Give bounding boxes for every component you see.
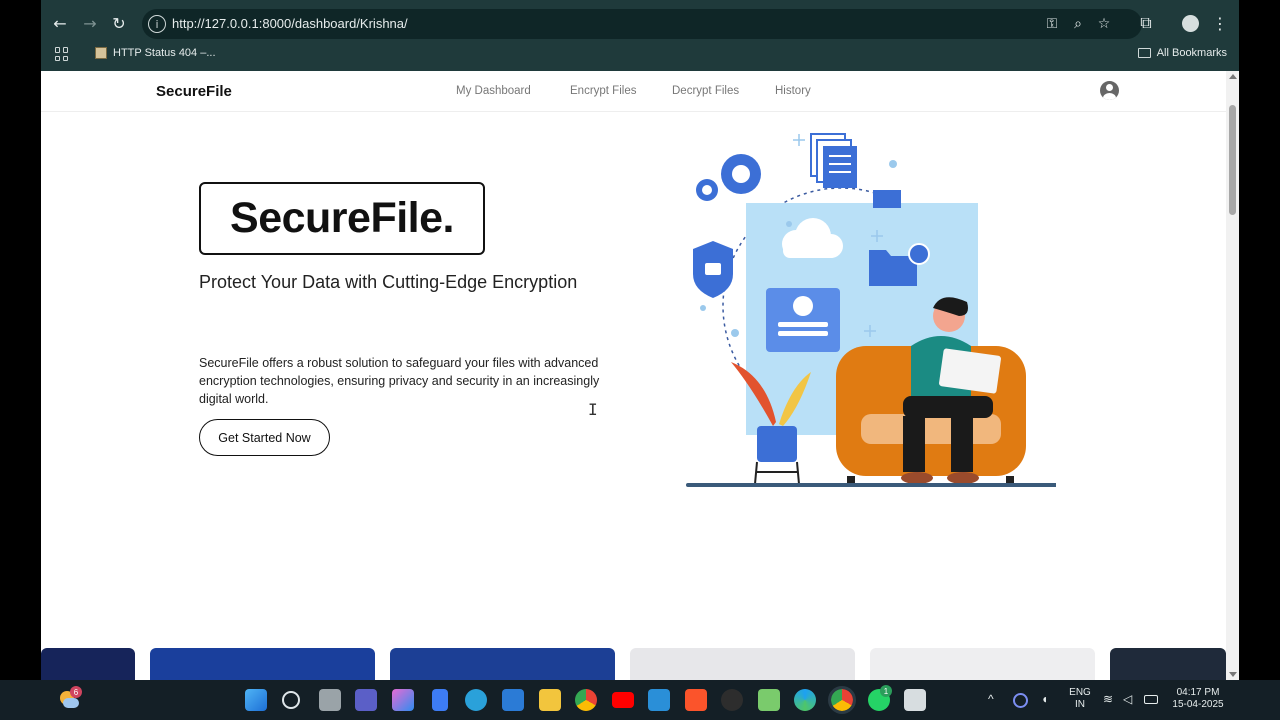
brave-icon[interactable] — [685, 689, 707, 711]
microphone-icon[interactable]: ◖ — [1041, 693, 1048, 705]
text-cursor-icon: I — [588, 400, 598, 419]
edge-icon[interactable] — [794, 689, 816, 711]
battery-icon[interactable] — [1144, 695, 1158, 704]
profile-avatar-icon[interactable] — [1177, 10, 1203, 36]
whatsapp-icon[interactable]: 1 — [868, 685, 892, 711]
volume-icon[interactable]: ◁ — [1123, 693, 1132, 705]
browser-menu-icon[interactable]: ⋮ — [1207, 10, 1233, 36]
start-menu-icon[interactable] — [245, 689, 267, 711]
apps-grid-icon[interactable] — [55, 47, 69, 61]
windows-taskbar: 6 1 ^ ◖ ENG IN ≋ ◁ 04:17 PM 15-04-2025 — [0, 680, 1280, 720]
all-bookmarks-button[interactable]: All Bookmarks — [1137, 47, 1227, 59]
nav-decrypt-files[interactable]: Decrypt Files — [672, 85, 739, 97]
vscode-icon[interactable] — [648, 689, 670, 711]
hero-illustration — [686, 133, 1056, 487]
region-label: IN — [1075, 699, 1085, 710]
snipping-tool-icon[interactable] — [904, 689, 926, 711]
feature-card-2[interactable] — [150, 648, 375, 680]
reload-button[interactable]: ↻ — [106, 10, 132, 36]
feature-card-1[interactable] — [41, 648, 135, 680]
browser-window: ← → ↻ i http://127.0.0.1:8000/dashboard/… — [41, 0, 1239, 680]
page-scrollbar[interactable] — [1226, 71, 1239, 680]
key-icon[interactable]: ⚿ — [1042, 14, 1062, 34]
hero-description: SecureFile offers a robust solution to s… — [199, 356, 600, 406]
clock-date: 15-04-2025 — [1172, 699, 1224, 710]
bookmark-star-icon[interactable]: ☆ — [1094, 14, 1114, 34]
bookmark-label: HTTP Status 404 –... — [113, 47, 216, 59]
folder-icon — [1137, 48, 1151, 58]
bookmark-item[interactable]: HTTP Status 404 –... — [95, 47, 216, 59]
clock-app-icon[interactable] — [1013, 693, 1028, 708]
youtube-icon[interactable] — [612, 692, 634, 708]
url-text[interactable]: http://127.0.0.1:8000/dashboard/Krishna/ — [172, 16, 408, 31]
language-indicator[interactable]: ENG IN — [1062, 687, 1098, 711]
chrome-active-icon[interactable] — [828, 686, 856, 714]
store-icon[interactable] — [502, 689, 524, 711]
scroll-down-icon[interactable] — [1229, 672, 1237, 677]
copilot-icon[interactable] — [392, 689, 414, 711]
nxtwave-icon[interactable] — [721, 689, 743, 711]
zoom-icon[interactable]: ⌕ — [1068, 14, 1088, 34]
address-bar[interactable]: i http://127.0.0.1:8000/dashboard/Krishn… — [142, 9, 1142, 39]
favicon-icon — [95, 47, 107, 59]
nav-history[interactable]: History — [775, 85, 811, 97]
weather-badge: 6 — [70, 686, 82, 698]
user-profile-icon[interactable] — [1100, 81, 1119, 100]
language-label: ENG — [1069, 687, 1091, 698]
scroll-up-icon[interactable] — [1229, 74, 1237, 79]
forward-button[interactable]: → — [77, 10, 103, 36]
site-info-icon[interactable]: i — [148, 15, 166, 33]
nav-my-dashboard[interactable]: My Dashboard — [456, 85, 531, 97]
whatsapp-badge: 1 — [880, 685, 892, 697]
get-started-button[interactable]: Get Started Now — [199, 419, 330, 456]
feature-card-4[interactable] — [630, 648, 855, 680]
file-explorer-icon[interactable] — [539, 689, 561, 711]
feature-card-6[interactable] — [1110, 648, 1226, 680]
all-bookmarks-label: All Bookmarks — [1156, 47, 1227, 59]
site-brand[interactable]: SecureFile — [156, 83, 232, 100]
search-icon[interactable] — [282, 691, 300, 709]
app-icon[interactable] — [758, 689, 780, 711]
weather-widget-icon[interactable]: 6 — [58, 686, 82, 711]
clock[interactable]: 04:17 PM 15-04-2025 — [1166, 687, 1230, 711]
chrome-icon[interactable] — [575, 689, 597, 711]
feature-card-5[interactable] — [870, 648, 1095, 680]
teams-icon[interactable] — [355, 689, 377, 711]
page-viewport: SecureFile My Dashboard Encrypt Files De… — [41, 71, 1226, 680]
hero-subtitle: Protect Your Data with Cutting-Edge Encr… — [199, 272, 578, 292]
task-view-icon[interactable] — [319, 689, 341, 711]
telegram-icon[interactable] — [465, 689, 487, 711]
hero-logo-text: SecureFile. — [230, 194, 454, 242]
docs-icon[interactable] — [432, 689, 448, 711]
clock-time: 04:17 PM — [1176, 687, 1220, 698]
scrollbar-thumb[interactable] — [1229, 105, 1236, 215]
nav-encrypt-files[interactable]: Encrypt Files — [570, 85, 636, 97]
tray-overflow-icon[interactable]: ^ — [988, 693, 994, 705]
site-navbar: SecureFile My Dashboard Encrypt Files De… — [41, 71, 1226, 112]
screen: ← → ↻ i http://127.0.0.1:8000/dashboard/… — [0, 0, 1280, 720]
bookmarks-bar: HTTP Status 404 –... All Bookmarks — [41, 42, 1239, 68]
browser-toolbar: ← → ↻ i http://127.0.0.1:8000/dashboard/… — [41, 4, 1239, 42]
hero-logo: SecureFile. — [199, 182, 485, 255]
wifi-icon[interactable]: ≋ — [1103, 693, 1113, 705]
extensions-icon[interactable]: ⧉ — [1133, 10, 1159, 36]
feature-card-3[interactable] — [390, 648, 615, 680]
back-button[interactable]: ← — [47, 10, 73, 36]
